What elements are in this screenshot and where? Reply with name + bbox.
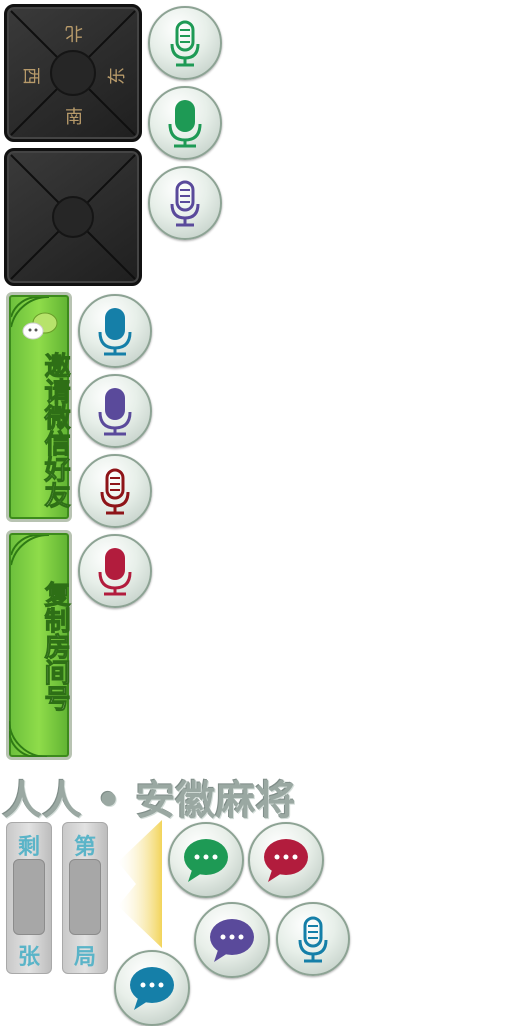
- microphone-icon: [298, 916, 328, 963]
- mic-button-red-solid[interactable]: [78, 534, 152, 608]
- microphone-icon: [98, 548, 132, 596]
- microphone-icon: [170, 180, 200, 227]
- copy-room-number-button[interactable]: 复制房间号: [6, 530, 72, 760]
- game-title-banner: 人人 • 安徽麻将: [2, 777, 296, 824]
- round-label-top: 第: [73, 835, 96, 860]
- invite-button-label: 邀请微信好友: [40, 352, 71, 509]
- direction-north: 北: [65, 22, 83, 43]
- mic-button-purple-solid[interactable]: [78, 374, 152, 448]
- chat-bubble-icon: [210, 919, 254, 962]
- round-label-bottom: 局: [73, 945, 96, 970]
- chat-button-red[interactable]: [248, 822, 324, 898]
- chat-button-teal[interactable]: [114, 950, 190, 1026]
- compass-icon: [10, 154, 136, 280]
- microphone-icon: [100, 468, 130, 515]
- remaining-count-slot: [13, 859, 45, 935]
- remaining-tiles-panel: 剩 张: [6, 822, 52, 974]
- glow-arrow-icon: [118, 820, 162, 948]
- direction-south: 南: [65, 107, 83, 128]
- mic-button-green-solid[interactable]: [148, 86, 222, 160]
- direction-east: 东: [107, 67, 128, 85]
- compass-tile-blank: [4, 148, 142, 286]
- microphone-icon: [170, 20, 200, 67]
- chat-bubble-icon: [184, 839, 228, 882]
- chat-button-purple[interactable]: [194, 902, 270, 978]
- compass-tile-with-directions: 北 东 南 西: [4, 4, 142, 142]
- chat-button-green[interactable]: [168, 822, 244, 898]
- round-count-slot: [69, 859, 101, 935]
- chat-bubble-icon: [264, 839, 308, 882]
- microphone-icon: [98, 388, 132, 436]
- copy-room-button-label: 复制房间号: [40, 581, 71, 712]
- mic-button-teal-outline[interactable]: [276, 902, 350, 976]
- remaining-label-top: 剩: [17, 835, 40, 860]
- mic-button-purple-outline[interactable]: [148, 166, 222, 240]
- remaining-label-bottom: 张: [17, 945, 40, 970]
- mic-button-teal-solid[interactable]: [78, 294, 152, 368]
- direction-west: 西: [20, 67, 41, 85]
- mic-button-darkred-outline[interactable]: [78, 454, 152, 528]
- round-number-panel: 第 局: [62, 822, 108, 974]
- chat-bubble-icon: [130, 967, 174, 1010]
- invite-wechat-friends-button[interactable]: 邀请微信好友: [6, 292, 72, 522]
- mic-button-green-outline[interactable]: [148, 6, 222, 80]
- microphone-icon: [98, 308, 132, 356]
- microphone-icon: [168, 100, 202, 148]
